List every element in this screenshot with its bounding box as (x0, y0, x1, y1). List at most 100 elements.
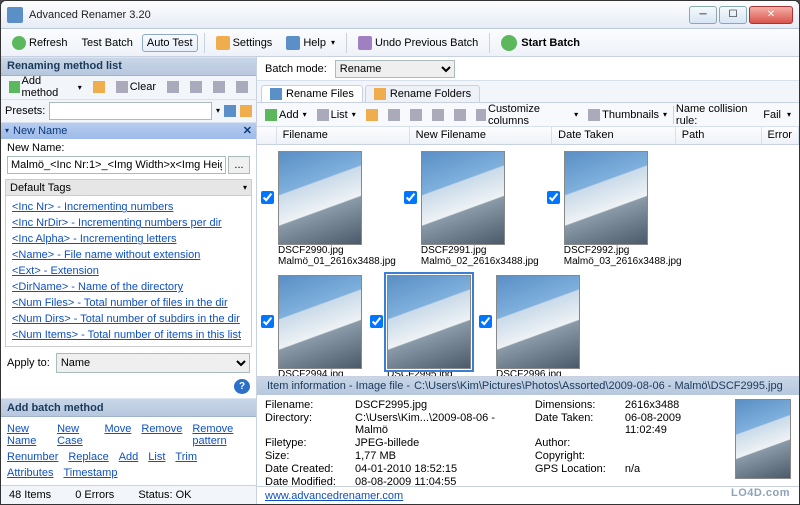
plus-icon (9, 81, 20, 93)
app-icon (7, 7, 23, 23)
titlebar: Advanced Renamer 3.20 ─ ☐ ✕ (1, 1, 799, 29)
batch-mode-select[interactable]: Rename (335, 60, 455, 78)
thumbnail-item[interactable]: DSCF2996.jpg (479, 275, 580, 376)
tag-link[interactable]: <DirName> - Name of the directory (12, 279, 245, 295)
tab-rename-files[interactable]: Rename Files (261, 85, 363, 102)
thumbnail-checkbox[interactable] (404, 191, 417, 204)
x-icon (93, 81, 105, 93)
refresh-button[interactable]: Refresh (7, 33, 73, 53)
collision-label: Name collision rule: (676, 103, 759, 127)
move-down-button[interactable] (186, 79, 206, 95)
thumbnail-image[interactable] (278, 275, 362, 369)
thumbnail-image[interactable] (564, 151, 648, 245)
up-icon (167, 81, 179, 93)
thumbnail-item[interactable]: DSCF2992.jpgMalmö_03_2616x3488.jpg (547, 151, 682, 267)
tags-list: <Inc Nr> - Incrementing numbers<Inc NrDi… (5, 196, 252, 347)
thumbnail-image[interactable] (421, 151, 505, 245)
tab-rename-folders[interactable]: Rename Folders (365, 85, 480, 102)
batch-method-link[interactable]: Add (119, 451, 139, 463)
tag-link[interactable]: <Num Files> - Total number of files in t… (12, 295, 245, 311)
batch-method-link[interactable]: Replace (68, 451, 108, 463)
footer-link[interactable]: www.advancedrenamer.com (265, 490, 403, 502)
thumbnail-checkbox[interactable] (547, 191, 560, 204)
minimize-button[interactable]: ─ (689, 6, 717, 24)
apply-to-select[interactable]: Name (56, 353, 250, 373)
tag-link[interactable]: <Inc Alpha> - Incrementing letters (12, 231, 245, 247)
tb-btn-3[interactable] (406, 107, 426, 123)
auto-test-button[interactable]: Auto Test (142, 34, 198, 52)
tb-btn-5[interactable] (450, 107, 470, 123)
thumbnail-image[interactable] (387, 275, 471, 369)
tb-btn-1[interactable] (362, 107, 382, 123)
batch-method-link[interactable]: New Case (57, 423, 94, 447)
info-col-2: Dimensions:2616x3488 Date Taken:06-08-20… (535, 399, 715, 482)
thumbnail-checkbox[interactable] (370, 315, 383, 328)
collision-dropdown[interactable]: ▾ (783, 108, 795, 121)
add-method-button[interactable]: Add method▾ (5, 73, 86, 101)
thumbnail-checkbox[interactable] (479, 315, 492, 328)
method-header[interactable]: ▾ New Name ✕ (1, 123, 256, 140)
batch-method-link[interactable]: Attributes (7, 467, 53, 479)
method-help-icon[interactable]: ? (234, 379, 250, 394)
customize-columns-button[interactable]: Customize columns (472, 101, 582, 129)
presets-input[interactable] (49, 102, 212, 120)
batch-method-link[interactable]: New Name (7, 423, 47, 447)
grid-header: Filename New Filename Date Taken Path Er… (257, 127, 799, 145)
status-ok: Status: OK (138, 489, 191, 501)
batch-method-link[interactable]: Renumber (7, 451, 58, 463)
thumbnail-filename: DSCF2994.jpg (278, 369, 362, 376)
browse-tags-button[interactable]: ... (228, 156, 250, 174)
settings-button[interactable]: Settings (211, 33, 278, 53)
files-icon (270, 88, 282, 100)
undo-button[interactable]: Undo Previous Batch (353, 33, 483, 53)
add-files-button[interactable]: Add (261, 107, 311, 123)
add-batch-method-header: Add batch method (1, 398, 256, 417)
batch-method-link[interactable]: Remove pattern (192, 423, 250, 447)
maximize-button[interactable]: ☐ (719, 6, 747, 24)
tag-link[interactable]: <Num Dirs> - Total number of subdirs in … (12, 311, 245, 327)
batch-method-link[interactable]: Remove (141, 423, 182, 447)
thumbnail-checkbox[interactable] (261, 191, 274, 204)
thumbnail-checkbox[interactable] (261, 315, 274, 328)
batch-method-link[interactable]: List (148, 451, 165, 463)
batch-mode-label: Batch mode: (265, 63, 327, 75)
batch-method-link[interactable]: Timestamp (63, 467, 117, 479)
thumbnail-item[interactable]: DSCF2991.jpgMalmö_02_2616x3488.jpg (404, 151, 539, 267)
tag-link[interactable]: <Num Items> - Total number of items in t… (12, 327, 245, 343)
open-preset-icon[interactable] (240, 105, 252, 117)
thumbnail-new-filename: Malmö_01_2616x3488.jpg (278, 256, 396, 267)
new-name-input[interactable] (7, 156, 226, 174)
tag-link[interactable]: <Inc NrDir> - Incrementing numbers per d… (12, 215, 245, 231)
list-button[interactable]: List (313, 107, 360, 123)
thumbnail-item[interactable]: DSCF2990.jpgMalmö_01_2616x3488.jpg (261, 151, 396, 267)
method-close-icon[interactable]: ✕ (243, 124, 252, 137)
tb-btn-2[interactable] (384, 107, 404, 123)
remove-method-button[interactable] (89, 79, 109, 95)
thumbnail-item[interactable]: DSCF2995.jpg (370, 275, 471, 376)
close-button[interactable]: ✕ (749, 6, 793, 24)
save-preset-icon[interactable] (224, 105, 236, 117)
default-tags-header[interactable]: Default Tags▾ (5, 179, 252, 196)
tag-link[interactable]: <Ext> - Extension (12, 263, 245, 279)
info-col-1: Filename:DSCF2995.jpg Directory:C:\Users… (265, 399, 515, 482)
move-top-button[interactable] (209, 79, 229, 95)
test-batch-button[interactable]: Test Batch (77, 34, 138, 52)
help-button[interactable]: Help▾ (281, 33, 340, 53)
batch-method-link[interactable]: Trim (175, 451, 197, 463)
thumbnails-icon (588, 109, 600, 121)
undo-icon (358, 36, 372, 50)
tag-link[interactable]: <Name> - File name without extension (12, 247, 245, 263)
thumbnails-button[interactable]: Thumbnails (584, 107, 671, 123)
batch-method-link[interactable]: Move (104, 423, 131, 447)
thumbnail-item[interactable]: DSCF2994.jpg (261, 275, 362, 376)
thumbnail-image[interactable] (496, 275, 580, 369)
start-batch-button[interactable]: Start Batch (496, 32, 585, 54)
move-up-button[interactable] (163, 79, 183, 95)
window-title: Advanced Renamer 3.20 (29, 9, 689, 21)
presets-label: Presets: (5, 105, 45, 117)
move-bottom-button[interactable] (232, 79, 252, 95)
thumbnail-image[interactable] (278, 151, 362, 245)
clear-button[interactable]: Clear (112, 79, 160, 95)
tb-btn-4[interactable] (428, 107, 448, 123)
tag-link[interactable]: <Inc Nr> - Incrementing numbers (12, 199, 245, 215)
